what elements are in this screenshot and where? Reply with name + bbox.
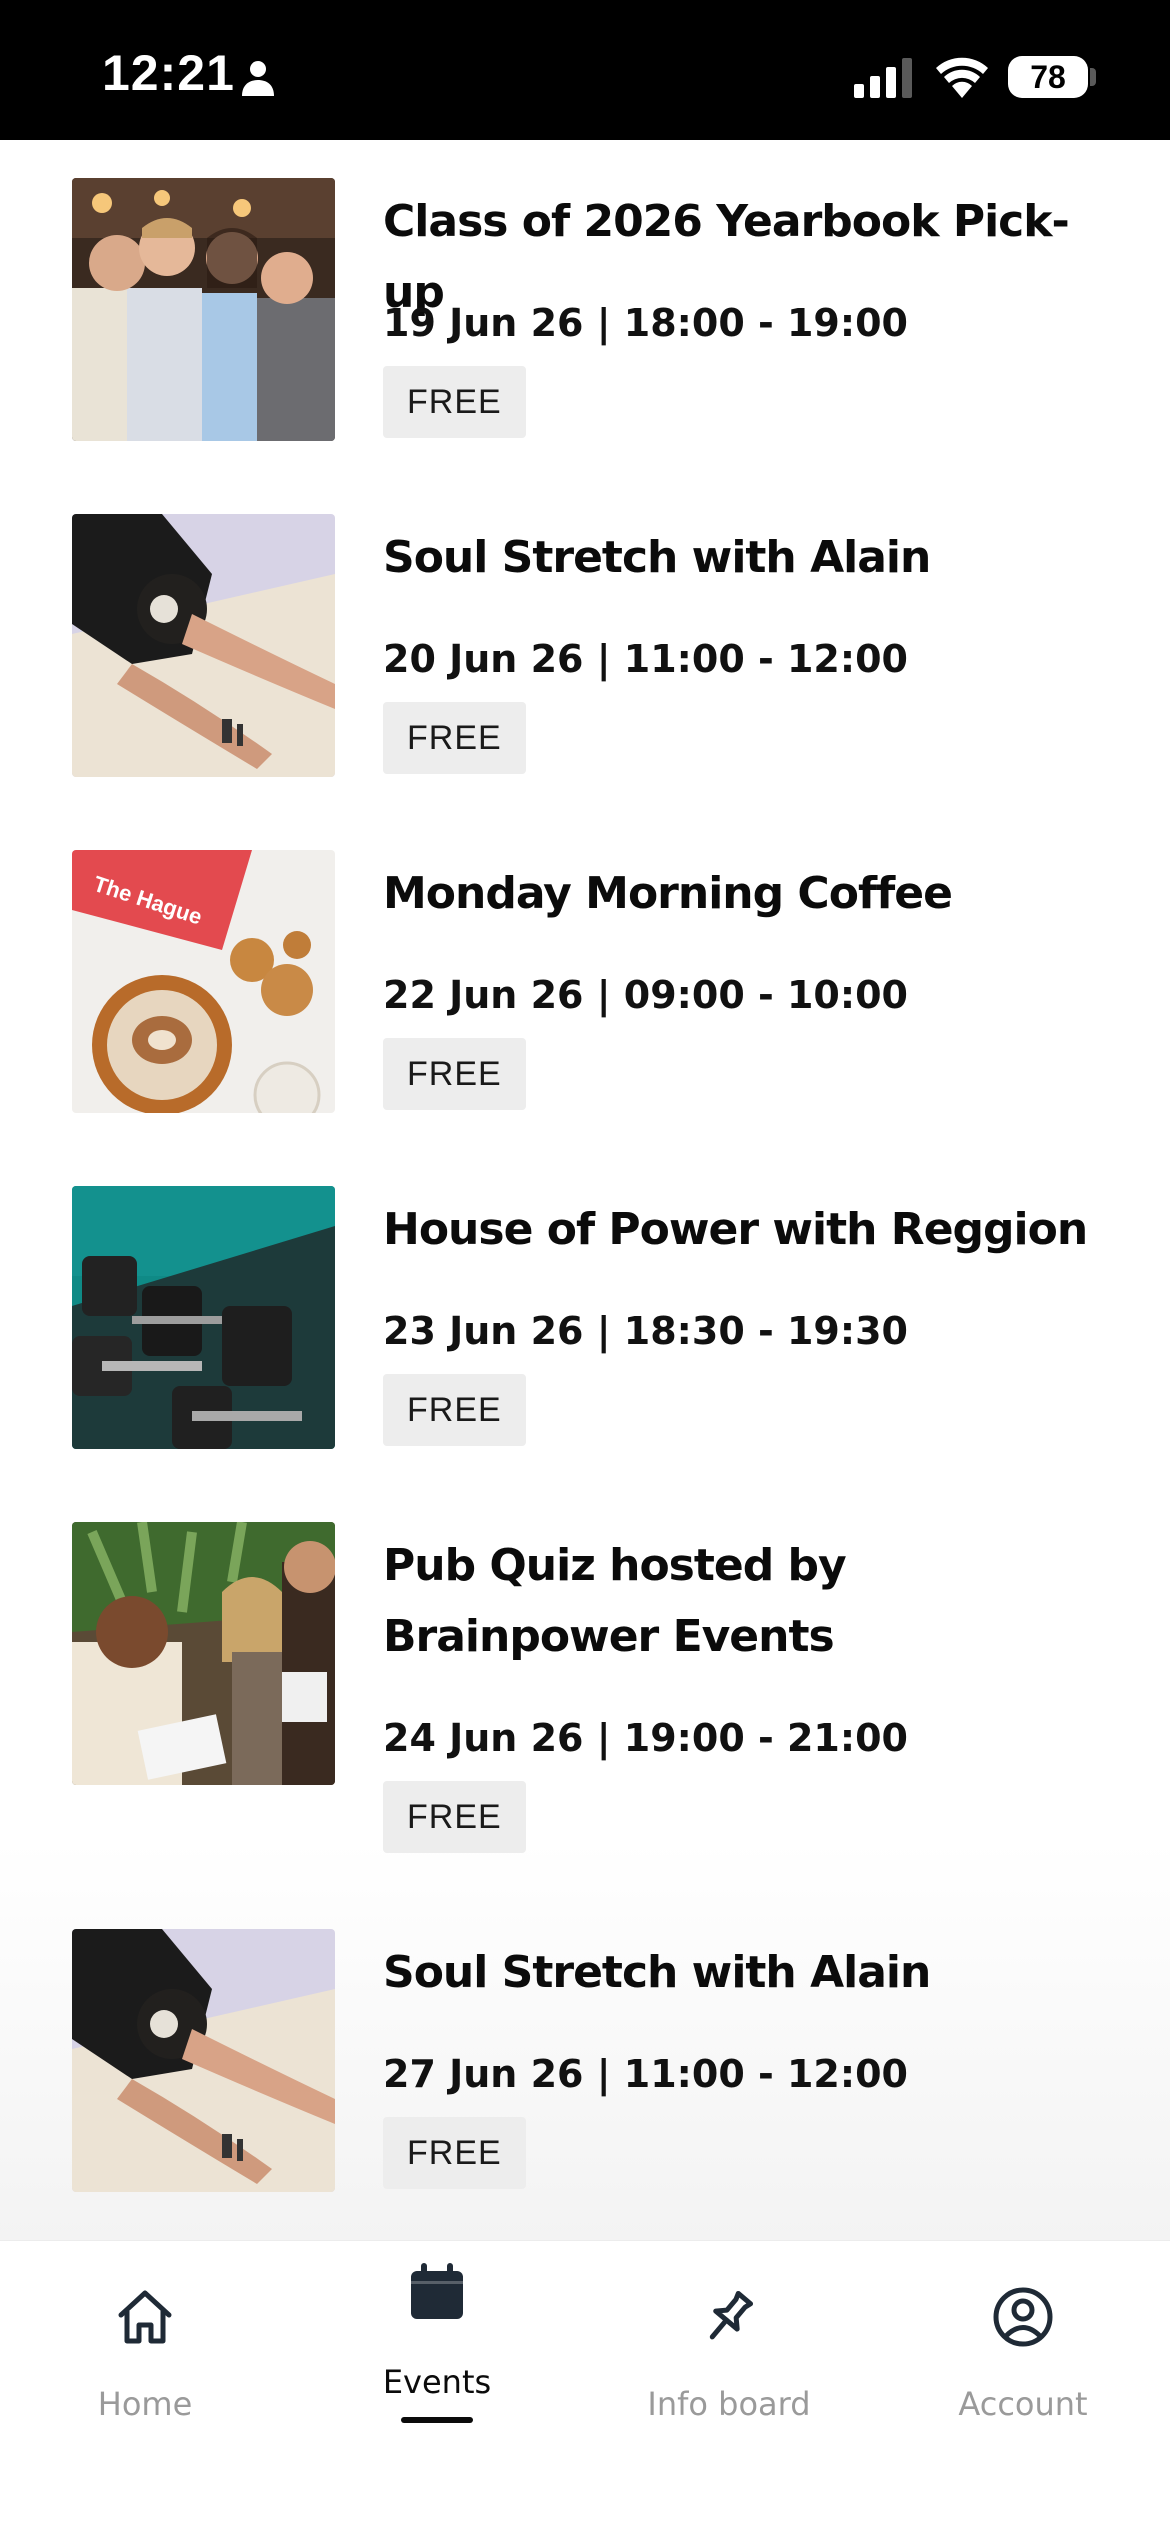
status-bar: 12:21 78	[0, 0, 1170, 140]
event-datetime: 22 Jun 26 | 09:00 - 10:00	[383, 973, 908, 1017]
price-tag: FREE	[383, 366, 526, 438]
event-list[interactable]: Class of 2026 Yearbook Pick-up 19 Jun 26…	[0, 140, 1170, 2240]
person-icon	[242, 61, 274, 96]
tab-info-board[interactable]: Info board	[599, 2241, 859, 2441]
event-thumbnail-group-photo	[72, 178, 335, 441]
cellular-signal-icon	[854, 58, 912, 98]
account-icon	[993, 2287, 1053, 2347]
event-thumbnail-dumbbells-photo	[72, 1186, 335, 1449]
price-tag: FREE	[383, 1038, 526, 1110]
battery-cap	[1090, 68, 1096, 86]
tab-home[interactable]: Home	[15, 2241, 275, 2441]
price-tag: FREE	[383, 702, 526, 774]
pin-icon	[709, 2290, 754, 2340]
price-tag: FREE	[383, 1781, 526, 1853]
tab-events[interactable]: Events	[307, 2241, 567, 2441]
event-title: Monday Morning Coffee	[383, 868, 953, 919]
event-title: House of Power with Reggion	[383, 1204, 1088, 1255]
calendar-icon	[411, 2263, 463, 2319]
bottom-tab-bar: Home Events Info board Account	[0, 2240, 1170, 2532]
event-datetime: 19 Jun 26 | 18:00 - 19:00	[383, 301, 908, 345]
price-tag: FREE	[383, 1374, 526, 1446]
event-datetime: 23 Jun 26 | 18:30 - 19:30	[383, 1309, 908, 1353]
event-title: Soul Stretch with Alain	[383, 532, 931, 583]
event-thumbnail-pub-quiz-photo	[72, 1522, 335, 1785]
tab-label: Events	[382, 2363, 492, 2401]
home-icon	[118, 2290, 172, 2344]
price-tag: FREE	[383, 2117, 526, 2189]
status-time: 12:21	[102, 45, 235, 101]
tab-account[interactable]: Account	[893, 2241, 1153, 2441]
tab-label: Info board	[647, 2385, 811, 2423]
event-datetime: 24 Jun 26 | 19:00 - 21:00	[383, 1716, 908, 1760]
wifi-icon	[936, 57, 988, 98]
event-thumbnail-stretch-photo	[72, 514, 335, 777]
battery-indicator: 78	[1008, 56, 1088, 98]
event-datetime: 27 Jun 26 | 11:00 - 12:00	[383, 2052, 908, 2096]
tab-label: Home	[97, 2385, 193, 2423]
event-thumbnail-stretch-photo	[72, 1929, 335, 2192]
event-datetime: 20 Jun 26 | 11:00 - 12:00	[383, 637, 908, 681]
active-tab-indicator	[401, 2417, 473, 2423]
tab-label: Account	[958, 2385, 1088, 2423]
battery-level: 78	[1030, 58, 1066, 95]
event-title: Soul Stretch with Alain	[383, 1947, 931, 1998]
event-thumbnail-coffee-photo: The Hague	[72, 850, 335, 1113]
event-title: Pub Quiz hosted by Brainpower Events	[383, 1540, 847, 1662]
